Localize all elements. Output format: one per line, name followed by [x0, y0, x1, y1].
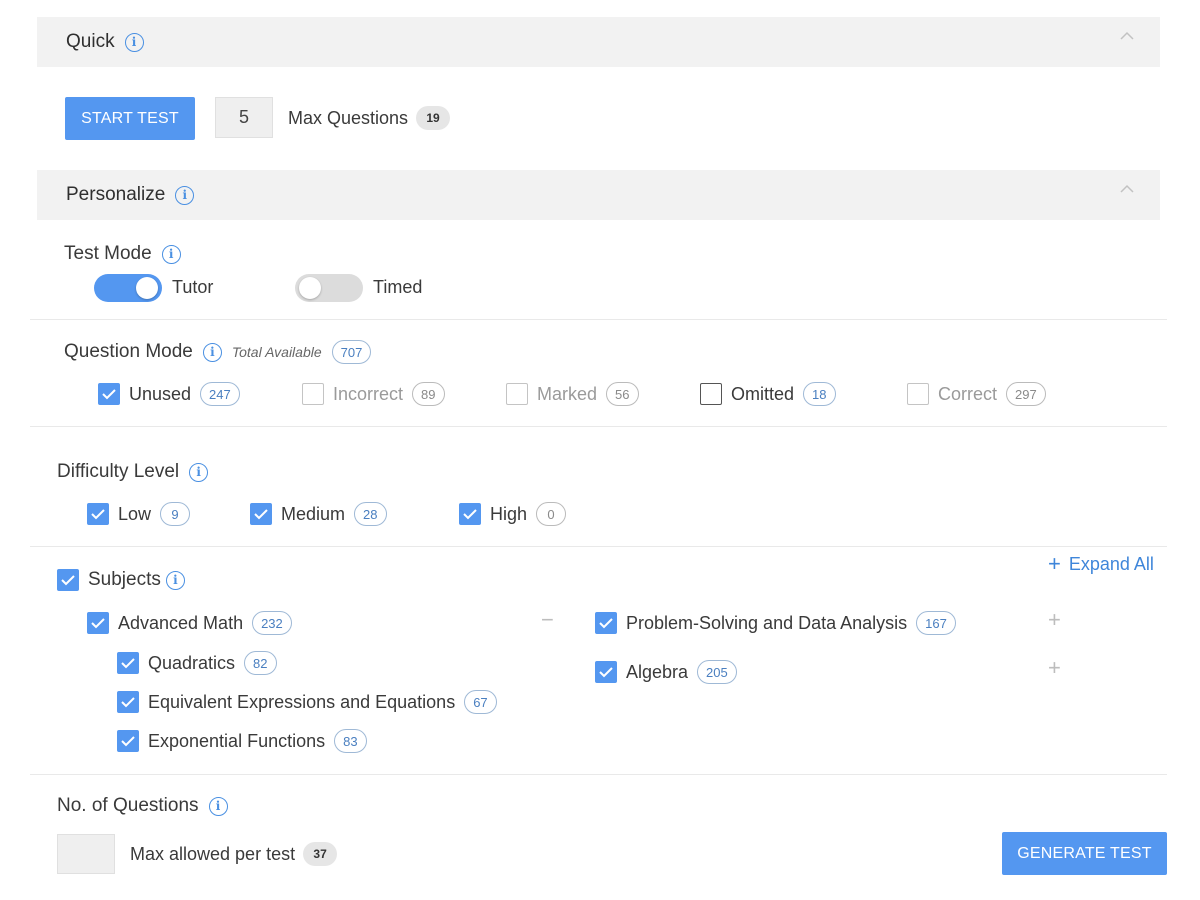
checkbox-checked[interactable]	[87, 612, 109, 634]
count-badge: 89	[412, 382, 445, 406]
subjects-heading[interactable]: Subjects i	[57, 569, 185, 591]
tutor-toggle[interactable]	[94, 274, 162, 302]
num-questions-heading: No. of Questions i	[57, 795, 228, 817]
count-badge: 82	[244, 651, 277, 675]
num-questions-input[interactable]	[57, 834, 115, 874]
count-badge: 247	[200, 382, 240, 406]
qmode-incorrect[interactable]: Incorrect 89	[302, 382, 445, 406]
qmode-omitted[interactable]: Omitted 18	[700, 382, 836, 406]
count-badge: 56	[606, 382, 639, 406]
chevron-up-icon[interactable]	[1120, 31, 1134, 43]
checkbox-checked[interactable]	[595, 661, 617, 683]
tutor-label: Tutor	[172, 277, 214, 297]
checkbox-checked[interactable]	[250, 503, 272, 525]
quick-section-header[interactable]: Quick i	[37, 17, 1160, 67]
subject-advanced-math[interactable]: Advanced Math 232	[87, 611, 292, 635]
count-badge: 18	[803, 382, 836, 406]
info-icon[interactable]: i	[189, 462, 209, 482]
checkbox-checked[interactable]	[117, 691, 139, 713]
total-available-count: 707	[331, 340, 372, 364]
qmode-marked[interactable]: Marked 56	[506, 382, 639, 406]
start-test-button[interactable]: START TEST	[65, 97, 195, 140]
subject-problem-solving[interactable]: Problem-Solving and Data Analysis 167	[595, 611, 956, 635]
difficulty-heading: Difficulty Level i	[57, 461, 209, 483]
minus-icon[interactable]: −	[541, 609, 554, 631]
plus-icon: +	[1048, 551, 1061, 576]
info-icon[interactable]: i	[161, 244, 181, 264]
chevron-up-icon[interactable]	[1120, 184, 1134, 196]
max-questions-label: Max Questions	[288, 107, 409, 128]
checkbox-checked[interactable]	[459, 503, 481, 525]
qmode-correct[interactable]: Correct 297	[907, 382, 1046, 406]
test-mode-heading: Test Mode i	[64, 243, 181, 265]
checkbox-unchecked[interactable]	[907, 383, 929, 405]
count-badge: 205	[697, 660, 737, 684]
divider	[30, 426, 1167, 427]
generate-test-button[interactable]: GENERATE TEST	[1002, 832, 1167, 875]
toggle-knob	[299, 277, 321, 299]
subtopic-equivalent-expressions[interactable]: Equivalent Expressions and Equations 67	[117, 690, 497, 714]
count-badge: 83	[334, 729, 367, 753]
checkbox-unchecked[interactable]	[700, 383, 722, 405]
quick-title: Quick i	[66, 31, 144, 53]
plus-icon[interactable]: +	[1048, 657, 1061, 679]
count-badge: 0	[536, 502, 567, 526]
checkbox-unchecked[interactable]	[506, 383, 528, 405]
info-icon[interactable]: i	[124, 32, 144, 52]
question-mode-heading: Question Mode i Total Available 707	[64, 340, 372, 364]
checkbox-checked[interactable]	[87, 503, 109, 525]
max-questions-count: 19	[416, 106, 451, 130]
difficulty-medium[interactable]: Medium 28	[250, 502, 387, 526]
count-badge: 297	[1006, 382, 1046, 406]
timed-toggle[interactable]	[295, 274, 363, 302]
difficulty-high[interactable]: High 0	[459, 502, 567, 526]
divider	[30, 546, 1167, 547]
subject-algebra[interactable]: Algebra 205	[595, 660, 737, 684]
info-icon[interactable]: i	[165, 570, 185, 590]
info-icon[interactable]: i	[175, 185, 195, 205]
divider	[30, 319, 1167, 320]
quick-max-questions: Max Questions 19	[288, 106, 451, 130]
divider	[30, 774, 1167, 775]
subtopic-quadratics[interactable]: Quadratics 82	[117, 651, 277, 675]
checkbox-checked[interactable]	[98, 383, 120, 405]
count-badge: 9	[160, 502, 191, 526]
count-badge: 67	[464, 690, 497, 714]
timed-label: Timed	[373, 277, 423, 297]
plus-icon[interactable]: +	[1048, 609, 1061, 631]
quick-count-input[interactable]: 5	[215, 97, 273, 138]
checkbox-checked[interactable]	[595, 612, 617, 634]
info-icon[interactable]: i	[202, 342, 222, 362]
qmode-unused[interactable]: Unused 247	[98, 382, 240, 406]
info-icon[interactable]: i	[208, 796, 228, 816]
checkbox-checked[interactable]	[117, 652, 139, 674]
checkbox-checked[interactable]	[57, 569, 79, 591]
expand-all-link[interactable]: + Expand All	[1048, 553, 1154, 575]
personalize-title: Personalize i	[66, 184, 195, 206]
toggle-knob	[136, 277, 158, 299]
subtopic-exponential-functions[interactable]: Exponential Functions 83	[117, 729, 367, 753]
total-available-label: Total Available	[231, 344, 322, 360]
checkbox-checked[interactable]	[117, 730, 139, 752]
checkbox-unchecked[interactable]	[302, 383, 324, 405]
count-badge: 232	[252, 611, 292, 635]
personalize-section-header[interactable]: Personalize i	[37, 170, 1160, 220]
difficulty-low[interactable]: Low 9	[87, 502, 191, 526]
count-badge: 28	[354, 502, 387, 526]
max-allowed-count: 37	[303, 842, 338, 866]
max-allowed: Max allowed per test 37	[130, 842, 338, 866]
count-badge: 167	[916, 611, 956, 635]
